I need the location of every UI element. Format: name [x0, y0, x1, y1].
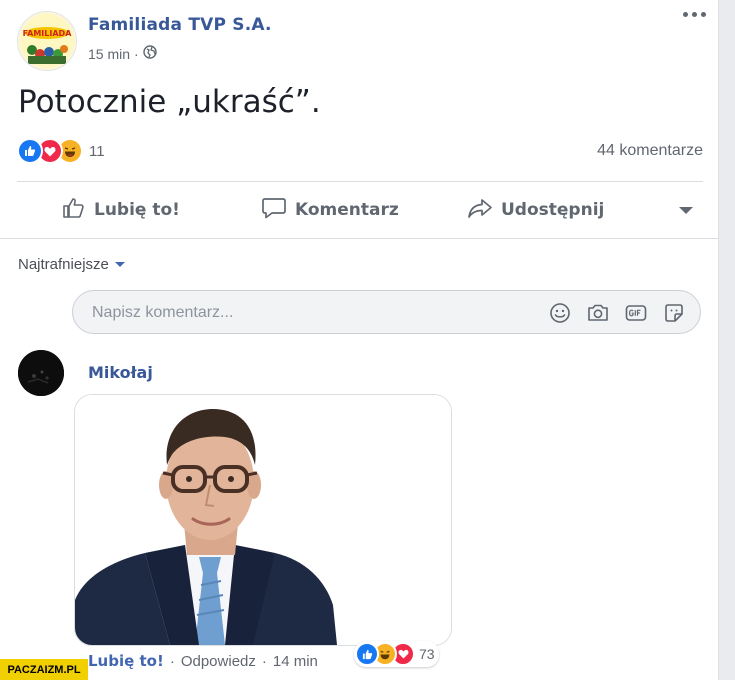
post-reactions[interactable]: 11 — [17, 138, 105, 164]
like-button-label: Lubię to! — [94, 200, 180, 220]
share-options-chevron-down-icon[interactable] — [679, 207, 693, 214]
comment-bubble-icon — [261, 196, 287, 225]
comment-input[interactable] — [90, 301, 514, 325]
share-button[interactable]: Udostępnij — [467, 196, 604, 225]
gif-icon[interactable] — [624, 301, 648, 325]
page-avatar[interactable]: FAMILIADA — [17, 11, 77, 71]
comment-reaction-count: 73 — [419, 646, 435, 662]
comment-time[interactable]: 14 min — [273, 653, 318, 670]
comment-like-link[interactable]: Lubię to! — [88, 652, 164, 670]
post-card: FAMILIADA Familiada TVP S.A. 15 min · Po… — [0, 0, 719, 680]
comment-reactions[interactable]: 73 — [354, 641, 439, 667]
like-icon — [355, 642, 379, 666]
comment-button[interactable]: Komentarz — [261, 196, 399, 225]
sticker-icon[interactable] — [662, 301, 686, 325]
post-time[interactable]: 15 min — [88, 46, 130, 62]
more-options-icon[interactable] — [683, 12, 706, 17]
caret-down-icon — [114, 262, 125, 267]
comments-count[interactable]: 44 komentarze — [597, 142, 703, 160]
like-icon — [17, 138, 43, 164]
camera-icon[interactable] — [586, 301, 610, 325]
comment-sort-dropdown[interactable]: Najtrafniejsze — [18, 256, 125, 273]
composer-icons — [548, 301, 686, 325]
commenter-avatar[interactable] — [18, 350, 64, 396]
thumbs-up-icon — [62, 196, 86, 225]
action-separator: · — [169, 652, 175, 670]
divider — [0, 238, 718, 239]
reaction-count: 11 — [89, 142, 105, 160]
like-button[interactable]: Lubię to! — [62, 196, 180, 225]
comment-button-label: Komentarz — [295, 200, 399, 220]
comment-actions: Lubię to! · Odpowiedz · 14 min — [88, 652, 318, 670]
comment-photo[interactable] — [74, 394, 452, 646]
globe-icon — [143, 45, 157, 62]
post-text: Potocznie „ukraść”. — [18, 84, 321, 120]
share-arrow-icon — [467, 196, 493, 225]
action-separator: · — [261, 652, 267, 670]
sort-label: Najtrafniejsze — [18, 256, 109, 273]
comment-composer — [72, 290, 701, 334]
comment-reply-link[interactable]: Odpowiedz — [181, 653, 256, 670]
commenter-name[interactable]: Mikołaj — [88, 363, 153, 382]
post-meta: 15 min · — [88, 45, 157, 62]
page-name[interactable]: Familiada TVP S.A. — [88, 15, 272, 35]
meta-separator: · — [134, 45, 139, 62]
emoji-icon[interactable] — [548, 301, 572, 325]
share-button-label: Udostępnij — [501, 200, 605, 220]
divider — [17, 181, 703, 182]
svg-text:FAMILIADA: FAMILIADA — [23, 29, 73, 38]
watermark: PACZAIZM.PL — [0, 659, 88, 680]
page-background-strip — [719, 0, 735, 680]
post-actions-bar: Lubię to! Komentarz Udostępnij — [17, 183, 703, 237]
